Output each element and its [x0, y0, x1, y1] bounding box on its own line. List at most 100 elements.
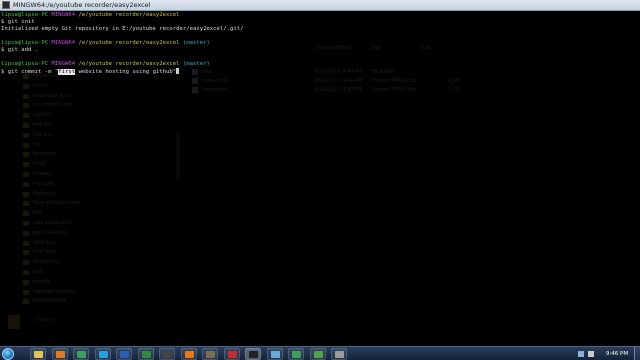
explorer-nav-item[interactable]: Document5.doc [33, 102, 73, 108]
app2-icon [270, 351, 280, 358]
folder-icon [23, 132, 29, 138]
taskbar-camtasia-button[interactable] [309, 348, 326, 360]
taskbar-terminal-button[interactable] [245, 348, 261, 360]
folder-icon [23, 250, 29, 256]
file-name: pwa [202, 69, 213, 75]
file-size: 1 KB [448, 87, 460, 93]
explorer-nav-item[interactable]: free file [33, 122, 52, 128]
explorer-nav-item[interactable]: Repository [33, 259, 60, 265]
taskbar-chrome2-button[interactable] [288, 348, 304, 360]
show-desktop-button[interactable] [634, 347, 640, 360]
explorer-nav-item[interactable]: pwa new docs [33, 230, 68, 236]
taskbar-chrome-button[interactable] [73, 348, 89, 360]
explorer-nav-item[interactable]: Soft [33, 269, 43, 275]
explorer-status: 2 items [36, 317, 55, 323]
command-git-commit[interactable]: $ git commit -m "first website hosting u… [1, 68, 180, 76]
folder-icon [23, 103, 29, 109]
window-titlebar[interactable]: MINGW64:/e/youtube recorder/easy2excel [0, 0, 640, 11]
volume-icon[interactable] [588, 351, 594, 357]
text-cursor [176, 68, 180, 74]
explorer-nav-item[interactable]: movies [33, 171, 51, 177]
file-type: File folder [370, 69, 395, 75]
taskbar-vlc-button[interactable] [180, 348, 197, 360]
prompt-line-3: lipsa@lipsa-PC MINGW64 /e/youtube record… [1, 61, 210, 67]
folder-icon [8, 315, 20, 329]
vlc-icon [184, 351, 194, 358]
command-git-init: $ git init [1, 19, 35, 25]
git-bash-icon [2, 1, 10, 9]
folder-icon [23, 162, 29, 168]
explorer-nav-item[interactable]: textfile [33, 279, 50, 285]
app-icon [163, 351, 172, 358]
explorer-nav-item[interactable]: New shortcut-zone [33, 200, 80, 206]
skype-icon [98, 351, 108, 358]
network-icon[interactable] [578, 351, 584, 357]
folder-icon [23, 93, 29, 99]
prompt-line-2: lipsa@lipsa-PC MINGW64 /e/youtube record… [1, 40, 210, 46]
taskbar: 9:46 PM [0, 346, 640, 360]
column-date: Date modified [315, 45, 351, 51]
explorer-nav-item[interactable]: my code [33, 181, 54, 187]
selected-text: first [58, 69, 76, 75]
explorer-nav-item[interactable]: pwa application [33, 220, 73, 226]
taskbar-tools-button[interactable] [331, 348, 347, 360]
file-date: 8/16/2019 9:42 PM [315, 87, 363, 93]
word-icon [120, 351, 129, 358]
taskbar-explorer-button[interactable] [30, 348, 46, 360]
taskbar-excel-button[interactable] [137, 348, 154, 360]
explorer-nav-item[interactable]: pdf [33, 210, 41, 216]
gimp-icon [206, 351, 215, 358]
clock[interactable]: 9:46 PM [602, 347, 632, 360]
taskbar-media-button[interactable] [51, 348, 68, 360]
explorer-nav-item[interactable]: important docs [33, 93, 71, 99]
filezilla-icon [227, 351, 237, 358]
folder-icon [23, 211, 29, 217]
folder-icon [23, 142, 29, 148]
start-button[interactable] [2, 348, 14, 360]
file-date: 8/16/2019 9:41 PM [315, 78, 363, 84]
folder-icon [192, 69, 198, 75]
folder-icon [23, 230, 29, 236]
folder-icon [23, 240, 29, 246]
column-type: Type [370, 45, 382, 51]
folder-icon [23, 83, 29, 89]
folder-icon [23, 221, 29, 226]
explorer-nav-item[interactable]: Web icon [33, 240, 56, 246]
explorer-nav-item[interactable]: css doc [33, 112, 52, 118]
file-type: Chrome HTML Doc [370, 78, 417, 84]
terminal-area[interactable]: Date modified Type Size pwa 8/16/2019 9:4… [0, 11, 640, 346]
window-title: MINGW64:/e/youtube recorder/easy2excel [13, 1, 151, 9]
explorer-nav-item[interactable]: new docs [33, 249, 57, 255]
file-icon [192, 87, 198, 93]
explorer-nav-item[interactable]: youtube recorder [33, 289, 76, 295]
folder-icon [23, 279, 29, 285]
taskbar-gimp-button[interactable] [202, 348, 218, 360]
folder-icon [23, 152, 29, 158]
media-icon [55, 351, 65, 358]
terminal-icon [249, 351, 258, 358]
explorer-nav-item[interactable]: ms [33, 142, 40, 148]
command-git-add: $ git add . [1, 47, 39, 53]
explorer-nav-item[interactable]: neemsha [33, 151, 56, 157]
chrome-icon [77, 351, 86, 358]
file-date: 8/16/2019 9:44 PM [315, 69, 363, 75]
folder-icon [23, 181, 29, 187]
tools-icon [335, 351, 344, 358]
folder-icon [23, 289, 29, 295]
output-initialized: Initialized empty Git repository in E:/y… [1, 26, 244, 32]
taskbar-word-button[interactable] [116, 348, 132, 360]
explorer-nav-item[interactable]: Firefox folder [33, 298, 66, 304]
taskbar-app-button[interactable] [159, 348, 175, 360]
explorer-nav-item[interactable]: backu [33, 83, 48, 89]
folder-icon [23, 191, 29, 197]
taskbar-app2-button[interactable] [266, 348, 283, 360]
explorer-nav-item[interactable]: Mypregst [33, 191, 56, 197]
explorer-nav-item[interactable]: KIM3 [33, 161, 45, 167]
prompt-line-1: lipsa@lipsa-PC MINGW64 /e/youtube record… [1, 12, 180, 18]
explorer-nav-item[interactable]: live icon [33, 132, 54, 138]
folder-icon [23, 201, 29, 207]
folder-icon [23, 260, 29, 266]
chrome2-icon [292, 351, 301, 358]
taskbar-skype-button[interactable] [94, 348, 111, 360]
taskbar-filezilla-button[interactable] [223, 348, 240, 360]
